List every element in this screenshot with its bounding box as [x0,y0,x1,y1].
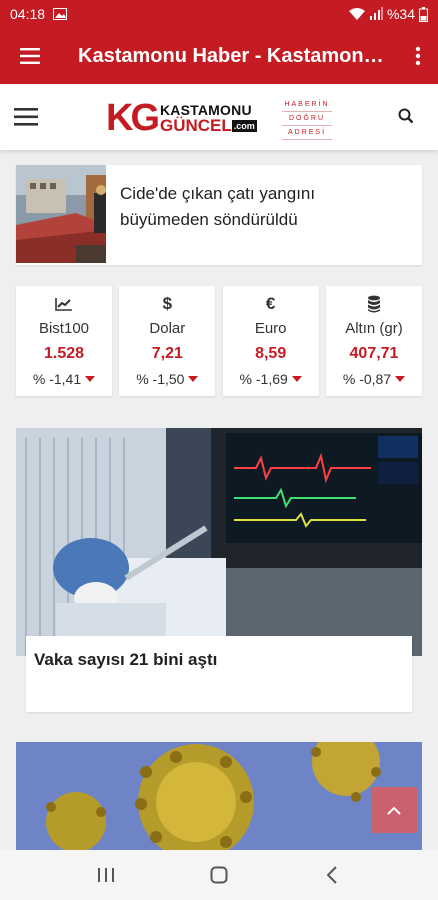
chevron-up-icon [387,806,401,815]
android-nav-bar [0,850,438,900]
news-card-large[interactable]: Vaka sayısı 21 bini aştı [16,428,422,718]
site-slogan: HABERİN DOĞRU ADRESİ [282,98,332,140]
logo-line2: GÜNCEL [160,115,232,135]
caret-down-icon [395,376,406,382]
market-change: % -0,87 [342,371,392,387]
market-name: Altın (gr) [345,320,403,337]
logo-line1: KASTAMONU [160,101,252,118]
market-dolar[interactable]: $ Dolar 7,21 % -1,50 [119,286,216,396]
market-name: Dolar [149,320,186,337]
recent-apps-icon[interactable] [76,850,136,900]
logo-com: .com [231,119,257,132]
market-euro[interactable]: € Euro 8,59 % -1,69 [222,286,319,396]
market-altin[interactable]: Altın (gr) 407,71 % -0,87 [325,286,422,396]
market-name: Euro [254,320,287,337]
slogan-line-2: DOĞRU [282,112,332,126]
more-vert-icon[interactable] [398,28,438,84]
site-menu-icon[interactable] [14,108,38,131]
market-value: 407,71 [349,345,399,362]
app-bar: Kastamonu Haber - Kastamonu Güncel [0,28,438,84]
market-value: 7,21 [151,345,183,362]
back-icon[interactable] [302,850,362,900]
home-icon[interactable] [189,850,249,900]
site-logo[interactable]: KG KASTAMONU GÜNCEL .com [106,96,257,140]
gold-stack-icon [367,294,381,314]
gallery-icon [53,8,68,20]
search-icon[interactable] [398,108,414,129]
news-title: Vaka sayısı 21 bini aştı [26,636,412,712]
status-time: 04:18 [10,6,46,22]
market-value: 8,59 [255,345,287,362]
wifi-icon [348,7,365,21]
slogan-line-3: ADRESİ [282,126,332,140]
news-card-large-2[interactable] [16,742,422,850]
news-image [16,428,422,656]
caret-down-icon [291,376,302,382]
battery-percent: %34 [386,6,415,22]
dollar-icon: $ [162,294,173,313]
app-title: Kastamonu Haber - Kastamonu Güncel [78,44,398,67]
market-ticker: Bist100 1.528 % -1,41 $ Dolar 7,21 % -1,… [16,286,422,396]
site-header: KG KASTAMONU GÜNCEL .com [0,84,438,150]
news-title: Cide'de çıkan çatı yangını büyümeden sön… [120,184,316,229]
euro-icon: € [265,294,276,313]
chart-line-icon [55,294,73,314]
status-bar: 04:18 %34 [0,0,438,28]
battery-icon [419,6,428,22]
signal-icon [369,7,383,21]
caret-down-icon [188,376,199,382]
logo-mark: KG [106,97,160,139]
market-change: % -1,50 [136,371,185,387]
market-value: 1.528 [43,345,85,362]
market-change: % -1,41 [32,371,82,387]
scroll-top-button[interactable] [371,787,417,833]
market-change: % -1,69 [239,371,288,387]
market-bist100[interactable]: Bist100 1.528 % -1,41 [16,286,112,396]
market-name: Bist100 [38,320,90,337]
slogan-line-1: HABERİN [282,98,332,112]
menu-icon[interactable] [0,28,60,84]
news-card-small[interactable]: Cide'de çıkan çatı yangını büyümeden sön… [16,165,422,265]
news-thumbnail [16,165,107,263]
caret-down-icon [85,376,96,382]
